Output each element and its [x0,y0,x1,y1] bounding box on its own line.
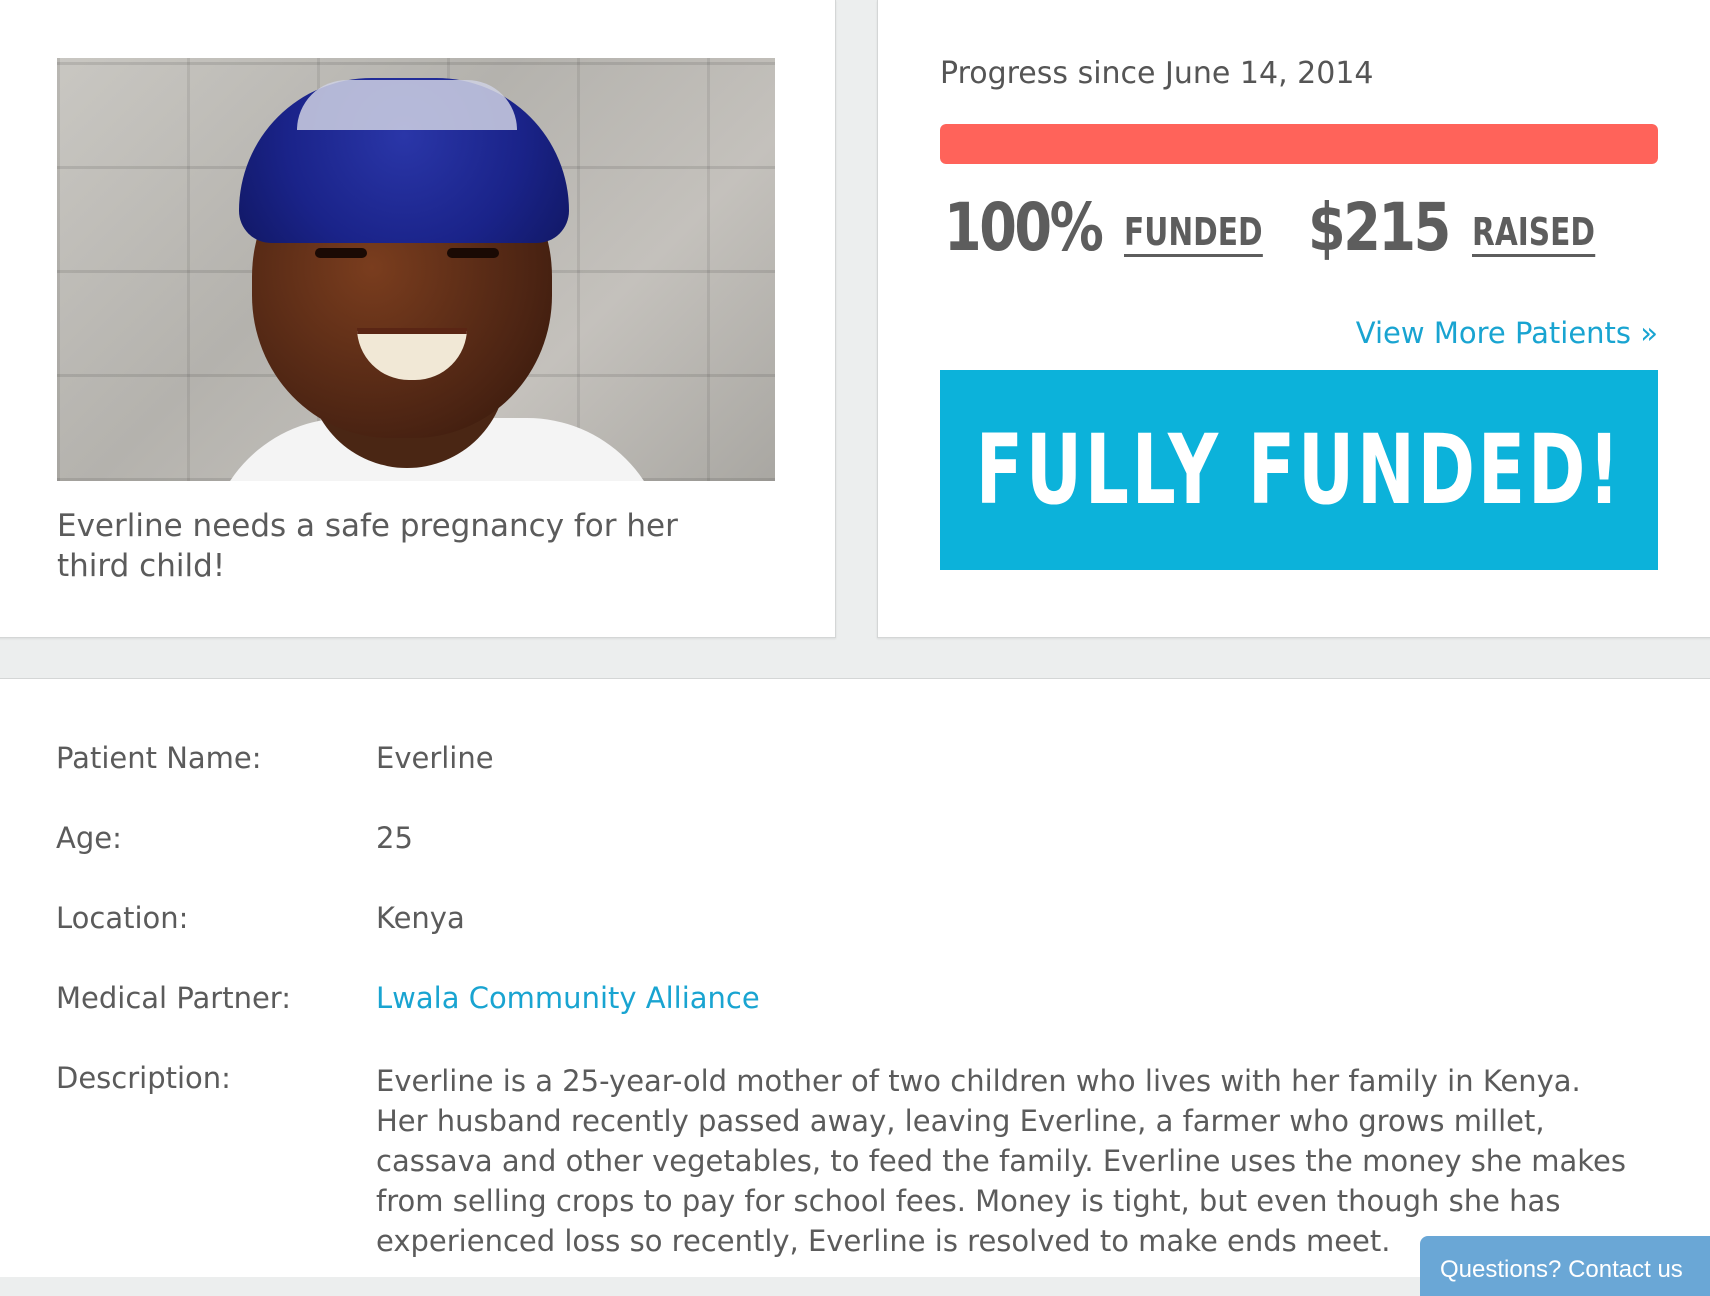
medical-partner-label: Medical Partner: [56,981,291,1015]
patient-card: Everline needs a safe pregnancy for her … [0,0,836,638]
description-label: Description: [56,1061,231,1095]
amount-raised-value: $215 [1308,189,1451,266]
progress-since-label: Progress since June 14, 2014 [940,56,1374,91]
fully-funded-banner[interactable]: FULLY FUNDED! [940,370,1658,570]
contact-us-tab[interactable]: Questions? Contact us [1420,1236,1710,1296]
patient-details: Patient Name: Everline Age: 25 Location:… [0,678,1710,1277]
patient-photo [57,58,775,481]
age-label: Age: [56,821,122,855]
fully-funded-text: FULLY FUNDED! [975,414,1623,526]
location-label: Location: [56,901,189,935]
patient-caption: Everline needs a safe pregnancy for her … [57,508,678,584]
percent-funded-value: 100% [944,189,1104,266]
view-more-patients-link[interactable]: View More Patients » [1356,316,1658,350]
patient-name-label: Patient Name: [56,741,262,775]
funded-label: FUNDED [1124,210,1263,257]
progress-bar-fill [940,124,1658,164]
progress-bar [940,124,1658,164]
location-value: Kenya [376,901,465,935]
age-value: 25 [376,821,413,855]
patient-name-value: Everline [376,741,494,775]
raised-label: RAISED [1472,210,1595,257]
description-text: Everline is a 25-year-old mother of two … [376,1064,1626,1258]
progress-card: Progress since June 14, 2014 100% FUNDED… [877,0,1710,638]
medical-partner-link[interactable]: Lwala Community Alliance [376,981,760,1015]
